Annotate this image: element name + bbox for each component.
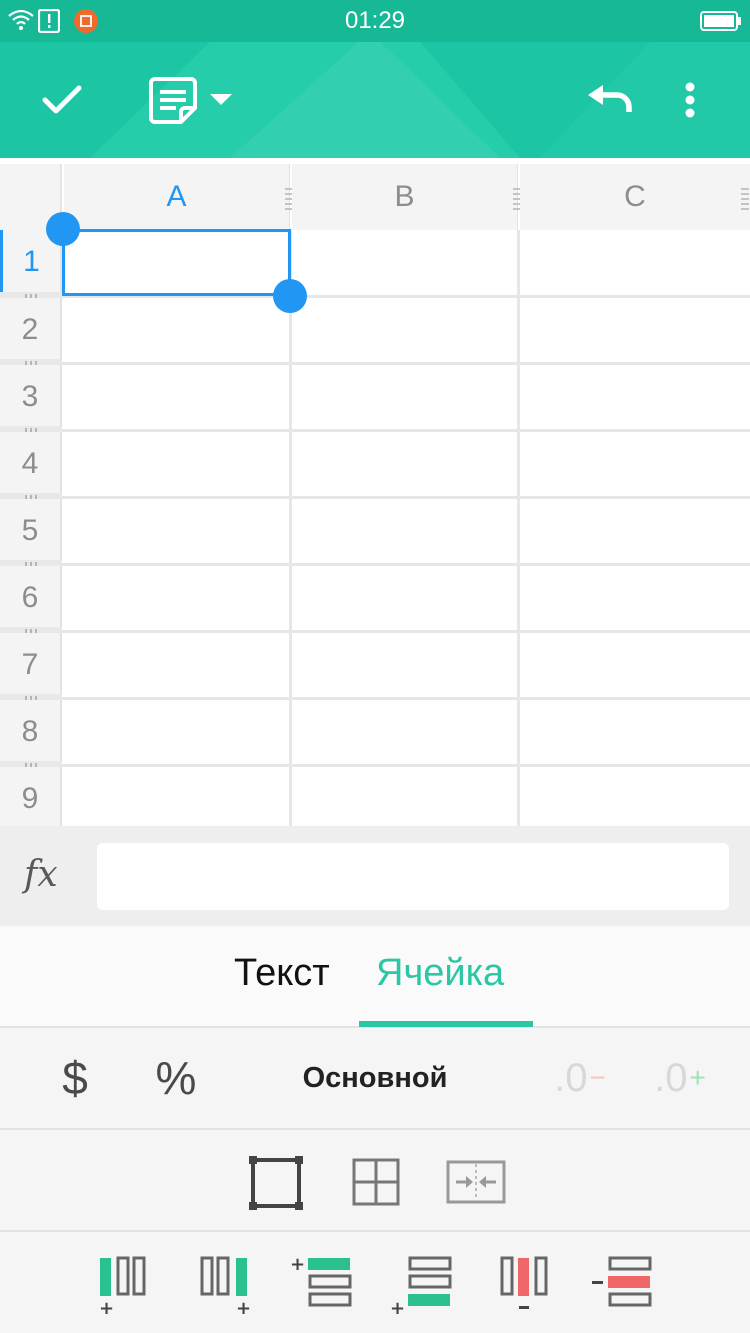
row-label: 4 — [21, 447, 39, 480]
number-format-row: $ % Основной .0− .0 + — [0, 1028, 750, 1130]
row-label: 7 — [21, 648, 39, 681]
row-label: 2 — [21, 313, 39, 346]
decrease-decimal-button[interactable]: .0− — [540, 1028, 620, 1128]
format-tabs: Текст Ячейка — [0, 926, 750, 1028]
svg-text:+: + — [390, 1298, 405, 1316]
merge-cells-icon[interactable] — [446, 1160, 506, 1204]
grid-line — [62, 362, 750, 365]
more-options-button[interactable] — [670, 42, 710, 158]
insert-row-below-icon[interactable]: + — [390, 1254, 456, 1316]
confirm-button[interactable] — [30, 42, 94, 158]
svg-text:+: + — [236, 1298, 251, 1316]
column-header-b[interactable]: B — [292, 164, 518, 230]
tab-cell[interactable]: Ячейка — [376, 952, 504, 995]
decrease-decimal-label: .0 — [554, 1055, 588, 1100]
tab-text[interactable]: Текст — [234, 952, 330, 995]
percent-format-button[interactable]: % — [148, 1028, 204, 1128]
undo-icon — [588, 85, 632, 112]
column-label: C — [624, 180, 646, 213]
insert-row-above-icon[interactable]: + — [290, 1254, 356, 1312]
status-bar: 01:29 — [0, 0, 750, 42]
formula-bar: fx — [0, 826, 750, 926]
row-header-5[interactable]: 5 — [0, 499, 62, 563]
selection-handle-bottom-right[interactable] — [273, 279, 307, 313]
delete-column-icon[interactable] — [498, 1254, 554, 1316]
formula-input[interactable] — [97, 843, 729, 910]
row-label: 1 — [23, 245, 40, 278]
row-label: 6 — [21, 581, 39, 614]
format-panel: Текст Ячейка $ % Основной .0− .0 + + + +… — [0, 926, 750, 1333]
insert-column-right-icon[interactable]: + — [198, 1254, 254, 1316]
spreadsheet-editor: 01:29 A B C 1 2 3 4 5 6 7 8 9 fx Текст Я… — [0, 0, 750, 1333]
general-format-button[interactable]: Основной — [280, 1028, 470, 1128]
document-menu-button[interactable] — [140, 42, 240, 158]
grid-line — [62, 429, 750, 432]
status-time: 01:29 — [344, 7, 406, 34]
grid-line — [517, 230, 520, 826]
row-label: 8 — [21, 715, 39, 748]
grid-line — [62, 563, 750, 566]
insert-column-left-icon[interactable]: + — [96, 1254, 152, 1316]
spreadsheet-grid[interactable]: A B C 1 2 3 4 5 6 7 8 9 — [0, 158, 750, 826]
row-header-8[interactable]: 8 — [0, 700, 62, 764]
row-header-6[interactable]: 6 — [0, 566, 62, 630]
row-header-4[interactable]: 4 — [0, 432, 62, 496]
row-label: 5 — [21, 514, 39, 547]
confirm-check-icon — [42, 85, 82, 114]
row-header-3[interactable]: 3 — [0, 365, 62, 429]
active-tab-indicator — [359, 1021, 533, 1027]
column-header-c[interactable]: C — [520, 164, 750, 230]
grid-line — [62, 630, 750, 633]
grid-line — [62, 697, 750, 700]
svg-text:+: + — [290, 1254, 305, 1275]
battery-icon — [700, 11, 742, 36]
all-borders-icon[interactable] — [352, 1158, 400, 1206]
row-header-7[interactable]: 7 — [0, 633, 62, 697]
currency-format-button[interactable]: $ — [50, 1028, 100, 1128]
row-header-2[interactable]: 2 — [0, 298, 62, 362]
grid-line — [62, 764, 750, 767]
undo-button[interactable] — [582, 42, 638, 158]
column-label: A — [166, 180, 187, 213]
dropdown-caret-icon — [210, 94, 232, 105]
column-label: B — [394, 180, 415, 213]
plus-icon: + — [689, 1062, 706, 1093]
app-bar — [0, 42, 750, 158]
row-label: 3 — [21, 380, 39, 413]
document-menu-icon — [149, 77, 197, 124]
column-resize-handle[interactable] — [741, 186, 749, 210]
row-header-9[interactable]: 9 — [0, 767, 62, 826]
function-fx-label[interactable]: fx — [24, 854, 58, 895]
outer-border-icon[interactable] — [249, 1156, 303, 1210]
selected-cell[interactable] — [62, 229, 291, 296]
more-vert-icon — [685, 82, 695, 118]
insert-delete-row: + + + + — [0, 1232, 750, 1333]
delete-row-icon[interactable] — [590, 1254, 656, 1312]
increase-decimal-button[interactable]: .0 + — [640, 1028, 720, 1128]
minus-icon: − — [589, 1062, 606, 1093]
grid-line — [289, 230, 292, 826]
increase-decimal-label: .0 — [654, 1055, 688, 1100]
selection-handle-top-left[interactable] — [46, 212, 80, 246]
column-header-a[interactable]: A — [64, 164, 290, 230]
borders-row — [0, 1130, 750, 1232]
grid-line — [62, 496, 750, 499]
svg-text:+: + — [99, 1298, 114, 1316]
row-label: 9 — [21, 782, 39, 815]
